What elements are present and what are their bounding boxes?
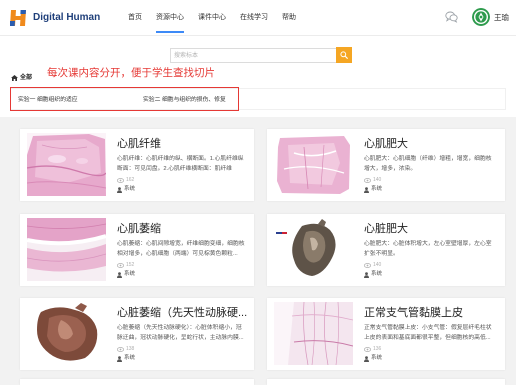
specimen-card-partial[interactable] xyxy=(20,379,254,385)
eye-icon xyxy=(117,263,124,268)
digital-human-logo-icon[interactable] xyxy=(8,8,28,28)
card-title[interactable]: 心肌萎缩 xyxy=(117,222,161,236)
card-title[interactable]: 正常支气管黏膜上皮 xyxy=(364,306,463,320)
nav-item-online-learning[interactable]: 在线学习 xyxy=(240,0,268,36)
card-views: 136 xyxy=(364,346,381,353)
specimen-card-partial[interactable] xyxy=(267,379,505,385)
annotation-text: 每次课内容分开，便于学生查找切片 xyxy=(47,67,215,79)
card-views: 138 xyxy=(117,346,134,353)
card-author: 系统 xyxy=(117,271,135,278)
eye-icon xyxy=(364,263,371,268)
specimen-thumbnail[interactable] xyxy=(27,302,106,365)
card-views: 140 xyxy=(364,262,381,269)
card-views: 162 xyxy=(117,177,134,184)
specimen-card[interactable]: 心肌萎缩 心肌萎缩：心肌间隙增宽，纤维细胞变细，细胞核相对增多，心肌细胞（两端）… xyxy=(20,214,254,286)
card-description: 心脏萎缩（先天性动脉硬化）：心脏体积缩小，冠脉迂曲，冠状动脉硬化，呈蛇行状，主动… xyxy=(117,325,244,341)
nav-item-help[interactable]: 帮助 xyxy=(282,0,296,36)
user-icon xyxy=(117,355,122,362)
card-title[interactable]: 心肌纤维 xyxy=(117,137,161,151)
author-name: 系统 xyxy=(371,186,383,192)
nav-item-home[interactable]: 首页 xyxy=(128,0,142,36)
author-name: 系统 xyxy=(124,271,136,277)
view-count: 136 xyxy=(373,346,382,352)
card-description: 心脏肥大：心脏体积增大，左心室壁增厚，左心室扩张不明显。 xyxy=(364,241,492,257)
view-count: 162 xyxy=(126,177,135,183)
user-icon xyxy=(364,271,369,278)
nav-item-resource-center[interactable]: 资源中心 xyxy=(156,0,184,36)
specimen-thumbnail[interactable] xyxy=(274,133,353,196)
annotation-highlight-box xyxy=(10,87,239,111)
specimen-thumbnail[interactable] xyxy=(274,218,353,281)
view-count: 152 xyxy=(126,262,135,268)
card-author: 系统 xyxy=(117,355,135,362)
view-count: 138 xyxy=(126,346,135,352)
card-title[interactable]: 心肌肥大 xyxy=(364,137,408,151)
specimen-card[interactable]: 心肌肥大 心肌肥大：心肌细胞（纤维）增粗，增宽，细胞核增大，增多，浓染。 140… xyxy=(267,129,505,201)
card-author: 系统 xyxy=(364,355,382,362)
card-author: 系统 xyxy=(117,186,135,193)
specimen-card[interactable]: 心肌纤维 心肌纤维：心肌纤维的纵、横断面。1.心肌纤维纵断面：可见闰盘。2.心肌… xyxy=(20,129,254,201)
card-title[interactable]: 心脏肥大 xyxy=(364,222,408,236)
search-icon xyxy=(340,51,348,59)
chat-icon[interactable] xyxy=(445,11,458,23)
user-icon xyxy=(117,186,122,193)
main-nav: 首页 资源中心 课件中心 在线学习 帮助 xyxy=(128,0,296,36)
author-name: 系统 xyxy=(124,186,136,192)
specimen-thumbnail[interactable] xyxy=(27,133,106,196)
filter-all[interactable]: 全部 xyxy=(11,74,32,82)
specimen-card[interactable]: 心脏肥大 心脏肥大：心脏体积增大，左心室壁增厚，左心室扩张不明显。 140 系统 xyxy=(267,214,505,286)
nav-item-courseware[interactable]: 课件中心 xyxy=(198,0,226,36)
specimen-card[interactable]: 心脏萎缩（先天性动脉硬... 心脏萎缩（先天性动脉硬化）：心脏体积缩小，冠脉迂曲… xyxy=(20,298,254,370)
specimen-thumbnail[interactable] xyxy=(27,218,106,281)
author-name: 系统 xyxy=(371,355,383,361)
home-icon xyxy=(11,75,18,81)
card-description: 心肌肥大：心肌细胞（纤维）增粗，增宽，细胞核增大，增多，浓染。 xyxy=(364,156,492,172)
specimen-thumbnail[interactable] xyxy=(274,302,353,365)
search-button[interactable] xyxy=(336,47,352,63)
avatar[interactable] xyxy=(472,8,490,26)
card-description: 心肌萎缩：心肌间隙增宽，纤维细胞变细，细胞核相对增多，心肌细胞（两端）可见棕黄色… xyxy=(117,241,245,257)
user-icon xyxy=(117,271,122,278)
logo-text[interactable]: Digital Human xyxy=(33,11,100,24)
card-description: 正常支气管黏膜上皮：小支气管：假复层纤毛柱状上皮的表面和基底面都很平整，但细胞核… xyxy=(364,325,492,341)
card-views: 152 xyxy=(117,262,134,269)
eye-icon xyxy=(117,347,124,352)
card-title[interactable]: 心脏萎缩（先天性动脉硬... xyxy=(117,306,247,320)
card-views: 140 xyxy=(364,177,381,184)
page: Digital Human 首页 资源中心 课件中心 在线学习 帮助 王瑜 搜索… xyxy=(0,0,516,385)
filter-all-label: 全部 xyxy=(20,75,33,81)
view-count: 140 xyxy=(373,177,382,183)
card-description: 心肌纤维：心肌纤维的纵、横断面。1.心肌纤维纵断面：可见闰盘。2.心肌纤维横断面… xyxy=(117,156,244,172)
card-author: 系统 xyxy=(364,271,382,278)
top-header: Digital Human 首页 资源中心 课件中心 在线学习 帮助 王瑜 xyxy=(0,0,516,36)
eye-icon xyxy=(117,178,124,183)
eye-icon xyxy=(364,178,371,183)
author-name: 系统 xyxy=(124,355,136,361)
specimen-card[interactable]: 正常支气管黏膜上皮 正常支气管黏膜上皮：小支气管：假复层纤毛柱状上皮的表面和基底… xyxy=(267,298,505,370)
eye-icon xyxy=(364,347,371,352)
search-input[interactable] xyxy=(170,48,336,63)
user-icon xyxy=(364,355,369,362)
user-icon xyxy=(364,186,369,193)
author-name: 系统 xyxy=(371,271,383,277)
view-count: 140 xyxy=(373,262,382,268)
user-name[interactable]: 王瑜 xyxy=(494,13,509,22)
card-author: 系统 xyxy=(364,186,382,193)
